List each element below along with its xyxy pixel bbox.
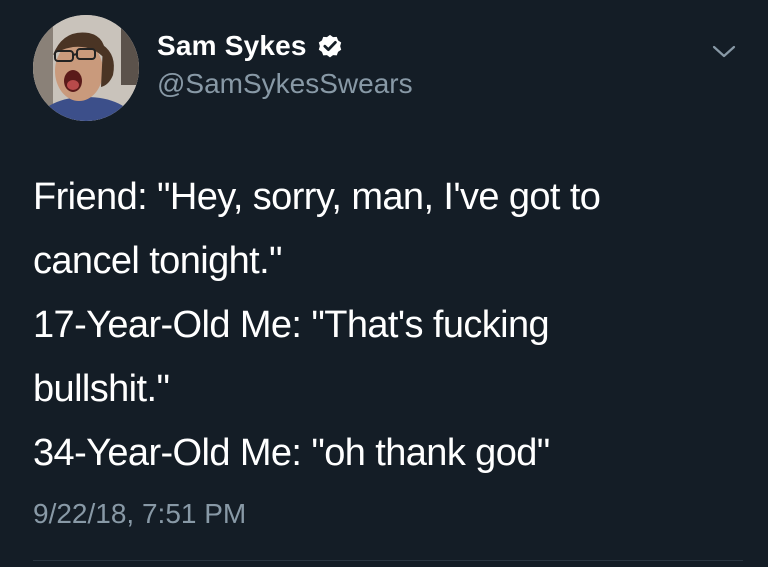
display-name[interactable]: Sam Sykes bbox=[157, 30, 307, 62]
tweet-line: cancel tonight." bbox=[33, 240, 283, 282]
tweet-line: bullshit." bbox=[33, 368, 170, 410]
tweet-card: Sam Sykes @SamSykesSwears Friend: "Hey, … bbox=[0, 0, 768, 567]
verified-badge-icon bbox=[316, 32, 344, 60]
tweet-line: 17-Year-Old Me: "That's fucking bbox=[33, 304, 550, 346]
chevron-down-icon[interactable] bbox=[711, 40, 737, 62]
author-name-row[interactable]: Sam Sykes bbox=[157, 28, 344, 64]
tweet-timestamp[interactable]: 9/22/18, 7:51 PM bbox=[33, 498, 246, 530]
tweet-line: 34-Year-Old Me: "oh thank god" bbox=[33, 432, 550, 474]
tweet-body: Friend: "Hey, sorry, man, I've got to ca… bbox=[33, 165, 743, 485]
avatar-image bbox=[33, 15, 139, 121]
divider bbox=[33, 560, 743, 561]
user-handle[interactable]: @SamSykesSwears bbox=[157, 68, 413, 100]
avatar[interactable] bbox=[33, 15, 139, 121]
tweet-line: Friend: "Hey, sorry, man, I've got to bbox=[33, 176, 601, 218]
